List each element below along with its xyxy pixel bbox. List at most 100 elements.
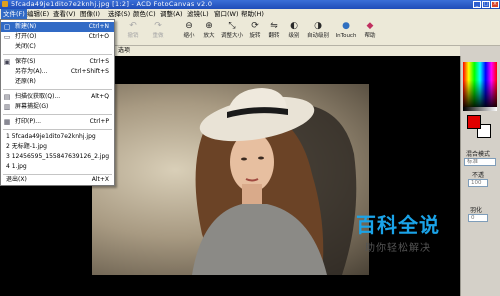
save-icon: ▣: [3, 58, 11, 66]
maximize-button[interactable]: □: [482, 1, 490, 8]
menu-view[interactable]: 查看(V): [51, 9, 78, 19]
menu-recent-2-label: 2 无标题-1.jpg: [6, 143, 47, 150]
undo-button[interactable]: ↶ 撤销: [122, 20, 144, 44]
resize-button[interactable]: ⤡ 调整大小: [221, 20, 243, 44]
options-bar: 选项: [115, 46, 460, 56]
menu-scan[interactable]: ▤ 扫描仪获取(Q)... Alt+Q: [1, 92, 114, 102]
redo-icon: ↷: [154, 21, 162, 31]
menu-bar: 文件(F) 编辑(E) 查看(V) 图像(I) 选择(S) 颜色(C) 调整(A…: [0, 9, 500, 19]
menu-file[interactable]: 文件(F): [1, 9, 27, 19]
color-picker[interactable]: [463, 62, 497, 107]
auto-levels-icon: ◑: [314, 21, 322, 31]
levels-label: 级别: [288, 33, 300, 39]
app-icon: [2, 1, 8, 7]
canvas-image[interactable]: [92, 84, 369, 275]
menu-save-label: 保存(S): [15, 58, 36, 65]
menu-screen-capture[interactable]: ▥ 屏幕捕捉(G): [1, 102, 114, 112]
watermark-title: 百科全说: [356, 213, 440, 237]
menu-exit[interactable]: 退出(X) Alt+X: [1, 175, 114, 185]
menu-color[interactable]: 颜色(C): [131, 9, 158, 19]
foreground-color-swatch[interactable]: [467, 115, 481, 129]
help-label: 帮助: [364, 33, 376, 39]
flip-button[interactable]: ⇋ 翻转: [263, 20, 285, 44]
minimize-button[interactable]: _: [473, 1, 481, 8]
menu-image[interactable]: 图像(I): [78, 9, 102, 19]
menu-new[interactable]: ▢ 新建(N) Ctrl+N: [1, 22, 114, 32]
menu-scan-shortcut: Alt+Q: [91, 93, 109, 100]
title-bar: 5fcada49je1dito7e2knhj.jpg [1:2] - ACD F…: [0, 0, 500, 9]
menu-save-shortcut: Ctrl+S: [89, 58, 109, 65]
resize-label: 调整大小: [221, 33, 244, 39]
blend-mode-select[interactable]: 标准: [464, 158, 496, 166]
photo-portrait: [192, 88, 357, 275]
opacity-value: 100: [471, 180, 482, 186]
menu-filter[interactable]: 滤镜(L): [185, 9, 211, 19]
intouch-button[interactable]: ● InTouch: [333, 20, 359, 44]
menu-select[interactable]: 选择(S): [106, 9, 132, 19]
intouch-label: InTouch: [335, 33, 357, 39]
auto-levels-button[interactable]: ◑ 自动级别: [303, 20, 333, 44]
redo-button[interactable]: ↷ 重做: [147, 20, 169, 44]
undo-icon: ↶: [129, 21, 137, 31]
watermark-subtitle: 助你轻松解决: [365, 243, 431, 254]
menu-edit[interactable]: 编辑(E): [25, 9, 51, 19]
menu-recent-3[interactable]: 3 12456595_155847639126_2.jpg: [1, 152, 114, 162]
flip-label: 翻转: [268, 33, 280, 39]
menu-new-shortcut: Ctrl+N: [88, 23, 109, 30]
screen-capture-icon: ▥: [3, 103, 11, 111]
zoom-out-icon: ⊖: [185, 21, 193, 31]
menu-adjust[interactable]: 调整(A): [158, 9, 185, 19]
options-label: 选项: [118, 47, 131, 54]
blend-mode-label: 混合模式: [466, 151, 491, 158]
toolbar: ↶ 撤销 ↷ 重做 ⊖ 缩小 ⊕ 放大 ⤡ 调整大小 ⟳ 旋转 ⇋ 翻转 ◐ 级…: [115, 19, 500, 46]
menu-recent-4[interactable]: 4 1.jpg: [1, 162, 114, 172]
menu-print[interactable]: ▦ 打印(P)... Ctrl+P: [1, 117, 114, 127]
menu-recent-2[interactable]: 2 无标题-1.jpg: [1, 142, 114, 152]
menu-open-label: 打开(O): [15, 33, 37, 40]
zoom-in-icon: ⊕: [205, 21, 213, 31]
feather-value: 0: [471, 215, 475, 221]
menu-recent-1[interactable]: 1 5fcada49je1dito7e2knhj.jpg: [1, 132, 114, 142]
watermark: 百科全说 助你轻松解决: [336, 212, 460, 274]
levels-button[interactable]: ◐ 级别: [283, 20, 305, 44]
menu-recent-3-label: 3 12456595_155847639126_2.jpg: [6, 153, 110, 160]
zoom-out-button[interactable]: ⊖ 缩小: [178, 20, 200, 44]
help-icon: ◆: [366, 21, 374, 31]
grayscale-bar[interactable]: [463, 107, 497, 111]
blend-mode-value: 标准: [467, 159, 479, 165]
undo-label: 撤销: [127, 33, 139, 39]
rotate-icon: ⟳: [251, 21, 259, 31]
menu-open[interactable]: ▭ 打开(O) Ctrl+O: [1, 32, 114, 42]
menu-separator: [3, 114, 112, 115]
close-button[interactable]: ×: [491, 1, 499, 8]
menu-new-label: 新建(N): [15, 23, 37, 30]
feather-field[interactable]: 0: [468, 214, 488, 222]
zoom-in-button[interactable]: ⊕ 放大: [198, 20, 220, 44]
menu-scan-label: 扫描仪获取(Q)...: [15, 93, 61, 100]
menu-window[interactable]: 窗口(W): [212, 9, 241, 19]
menu-close[interactable]: 关闭(C): [1, 42, 114, 52]
zoom-out-label: 缩小: [183, 33, 195, 39]
menu-save-as-label: 另存为(A)...: [15, 68, 48, 75]
menu-save-as[interactable]: 另存为(A)... Ctrl+Shift+S: [1, 67, 114, 77]
levels-icon: ◐: [290, 21, 298, 31]
menu-revert[interactable]: 还原(R): [1, 77, 114, 87]
window-title: 5fcada49je1dito7e2knhj.jpg [1:2] - ACD F…: [11, 0, 213, 8]
menu-help[interactable]: 帮助(H): [239, 9, 266, 19]
menu-print-label: 打印(P)...: [15, 118, 42, 125]
auto-levels-label: 自动级别: [306, 33, 329, 39]
help-button[interactable]: ◆ 帮助: [359, 20, 381, 44]
menu-print-shortcut: Ctrl+P: [89, 118, 109, 125]
menu-separator: [3, 129, 112, 130]
menu-separator: [3, 89, 112, 90]
menu-recent-1-label: 1 5fcada49je1dito7e2knhj.jpg: [6, 133, 96, 140]
redo-label: 重做: [152, 33, 164, 39]
flip-icon: ⇋: [270, 21, 278, 31]
open-folder-icon: ▭: [3, 33, 11, 41]
menu-exit-label: 退出(X): [6, 176, 27, 183]
menu-close-label: 关闭(C): [15, 43, 36, 50]
menu-save[interactable]: ▣ 保存(S) Ctrl+S: [1, 57, 114, 67]
file-menu-dropdown: ▢ 新建(N) Ctrl+N ▭ 打开(O) Ctrl+O 关闭(C) ▣ 保存…: [0, 19, 115, 186]
opacity-field[interactable]: 100: [468, 179, 488, 187]
new-file-icon: ▢: [3, 23, 11, 31]
